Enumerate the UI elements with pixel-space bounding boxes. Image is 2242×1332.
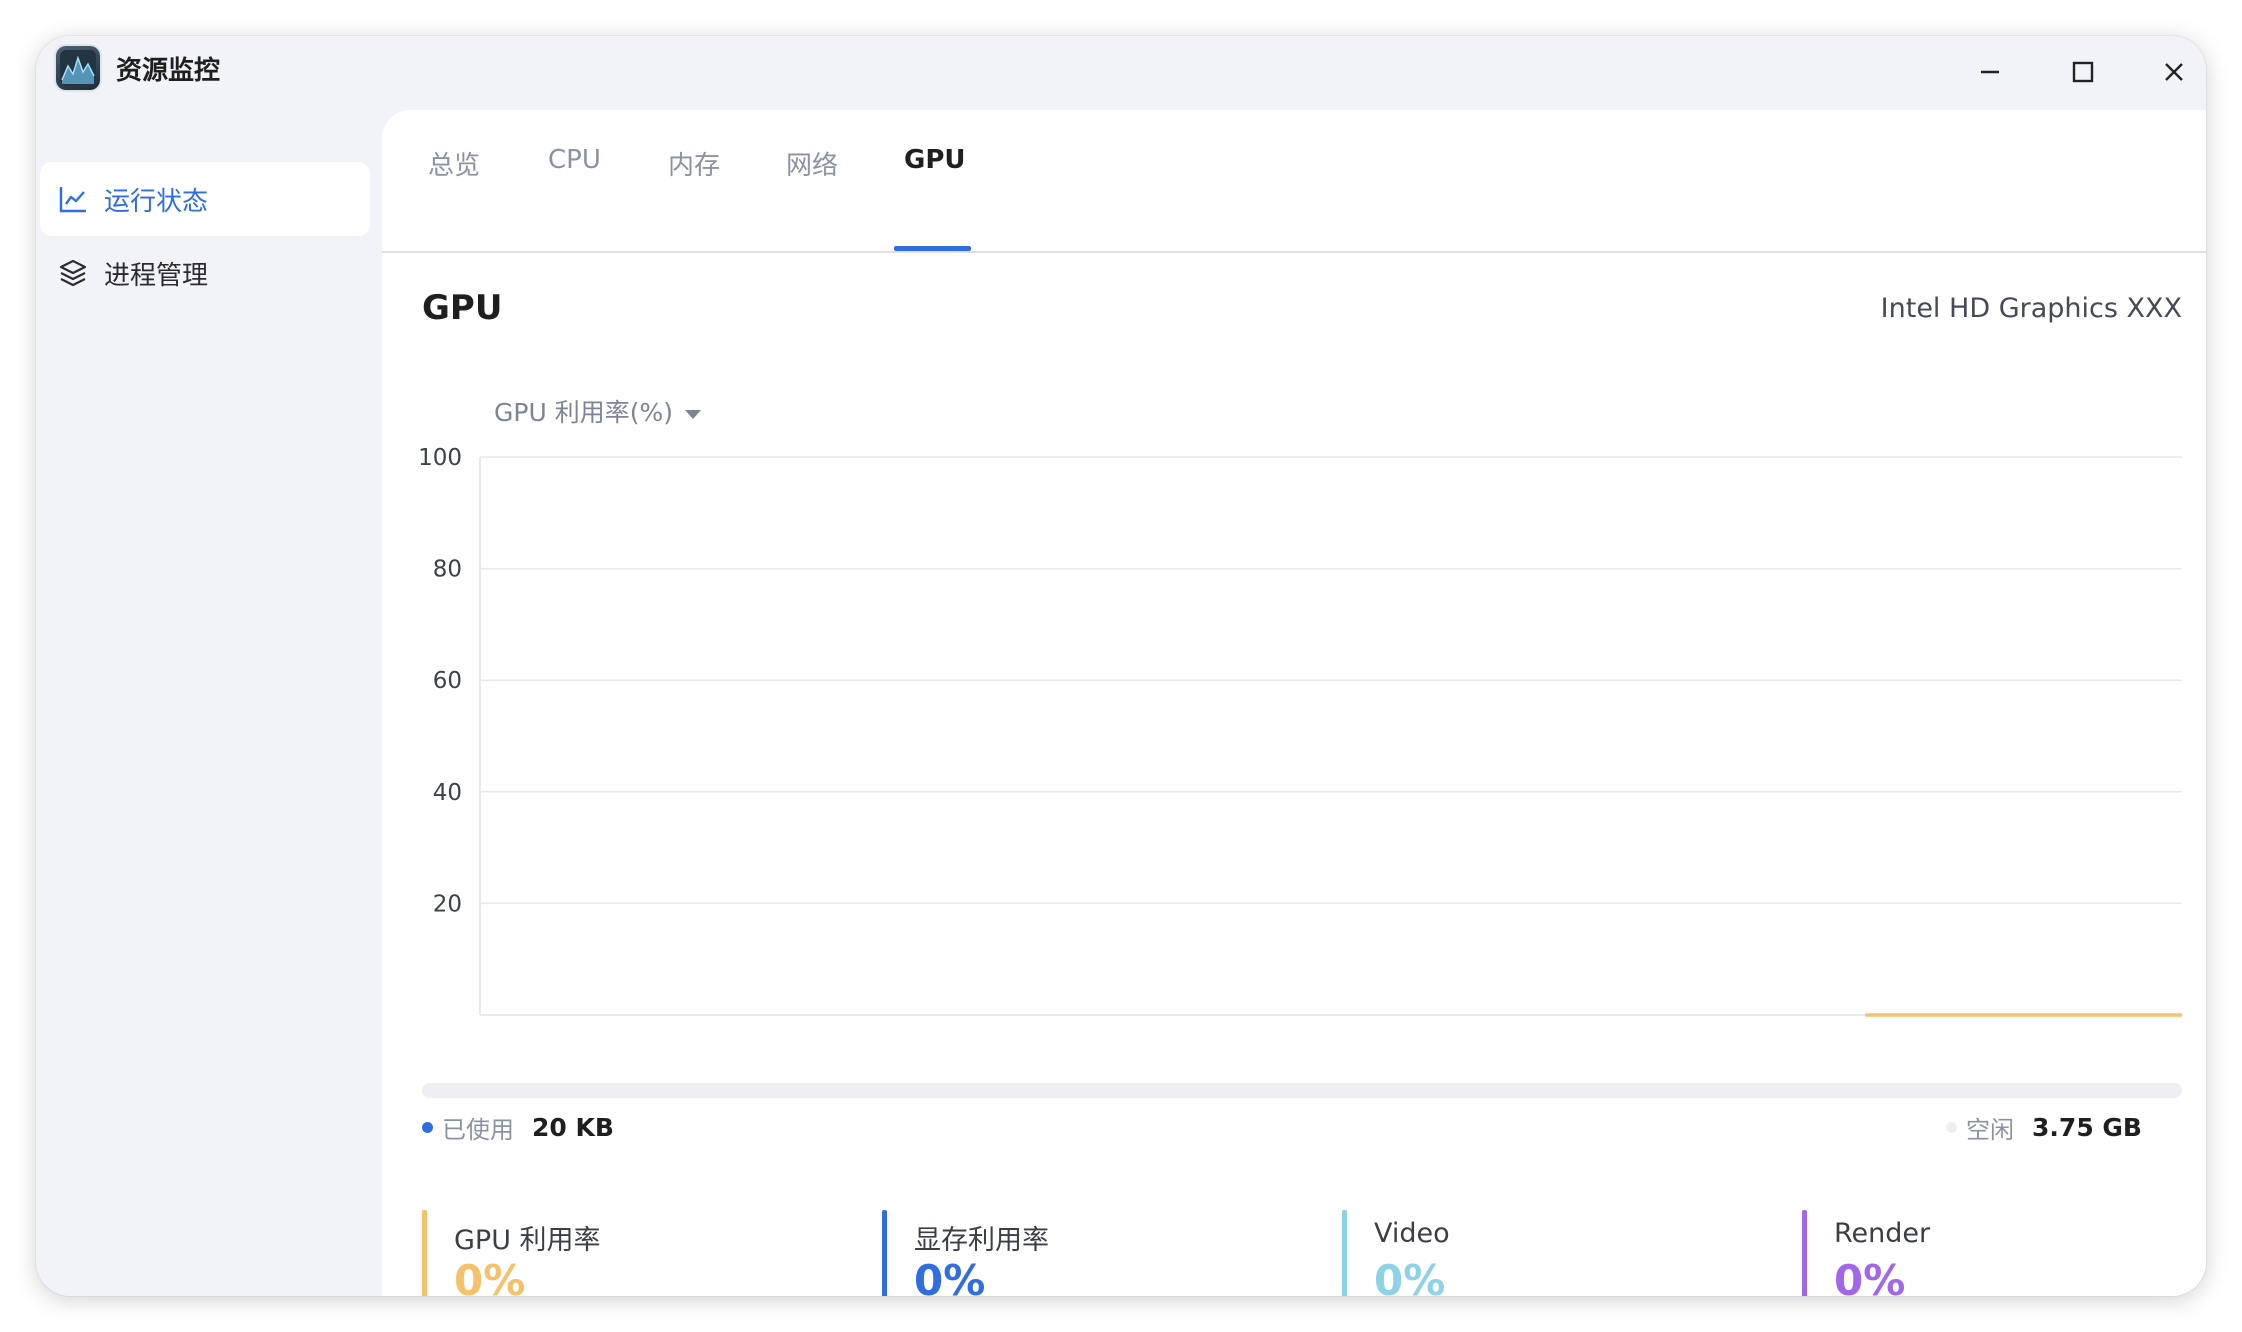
active-tab-indicator — [894, 246, 971, 251]
stat-render: Render 0% — [1802, 1210, 2206, 1296]
line-chart-icon — [59, 187, 86, 213]
memory-free-label: 空闲 — [1966, 1116, 2015, 1144]
metric-dropdown-label: GPU 利用率(%) — [494, 398, 673, 427]
gpu-usage-chart: 100 80 60 40 20 — [418, 445, 2182, 1017]
sidebar-item-process[interactable]: 进程管理 — [40, 236, 370, 310]
gpu-device-name: Intel HD Graphics XXX — [1880, 293, 2182, 324]
stat-vram-usage: 显存利用率 0% — [882, 1210, 1302, 1296]
title-bar[interactable]: 资源监控 — [36, 36, 2206, 110]
memory-usage-bar — [422, 1083, 2182, 1098]
close-button[interactable] — [2154, 52, 2194, 92]
tab-network[interactable]: 网络 — [786, 145, 838, 182]
stat-color-bar — [882, 1210, 887, 1296]
sidebar-item-status[interactable]: 运行状态 — [40, 162, 370, 236]
sidebar: 运行状态 进程管理 — [36, 110, 382, 1296]
used-dot-icon — [422, 1122, 433, 1133]
memory-used-value: 20 KB — [532, 1113, 614, 1142]
app-window: 资源监控 运行状态 进程管理 总览 CPU 内存 网络 GPU GPU Inte… — [36, 36, 2206, 1296]
stat-color-bar — [1802, 1210, 1807, 1296]
tab-cpu[interactable]: CPU — [548, 145, 601, 175]
app-logo-icon — [56, 46, 100, 90]
sidebar-item-label: 运行状态 — [104, 187, 209, 217]
free-dot-icon — [1946, 1122, 1958, 1133]
stat-value: 0% — [914, 1256, 986, 1296]
minimize-button[interactable] — [1970, 52, 2010, 92]
main-content: 总览 CPU 内存 网络 GPU GPU Intel HD Graphics X… — [382, 110, 2206, 1296]
stat-gpu-usage: GPU 利用率 0% — [422, 1210, 842, 1296]
maximize-button[interactable] — [2063, 52, 2103, 92]
stat-value: 0% — [1374, 1256, 1446, 1296]
y-tick-label: 80 — [433, 557, 462, 583]
stat-name: Video — [1374, 1218, 1450, 1249]
memory-used-label: 已使用 — [442, 1116, 514, 1144]
section-title: GPU — [422, 288, 503, 328]
tab-overview[interactable]: 总览 — [428, 145, 480, 182]
stat-video: Video 0% — [1342, 1210, 1762, 1296]
y-tick-label: 100 — [418, 445, 462, 471]
stat-name: Render — [1834, 1218, 1931, 1249]
sidebar-item-label: 进程管理 — [104, 261, 209, 291]
stat-name: GPU 利用率 — [454, 1225, 601, 1256]
stat-color-bar — [422, 1210, 427, 1296]
caret-down-icon — [684, 409, 701, 419]
maximize-icon — [2072, 61, 2094, 83]
tab-memory[interactable]: 内存 — [668, 145, 720, 182]
memory-used-legend: 已使用 20 KB — [422, 1110, 614, 1146]
layers-icon — [59, 259, 87, 287]
tab-gpu[interactable]: GPU — [904, 145, 966, 175]
memory-free-value: 3.75 GB — [2032, 1113, 2142, 1142]
stat-color-bar — [1342, 1210, 1347, 1296]
stat-value: 0% — [454, 1256, 526, 1296]
memory-free-legend: 空闲 3.75 GB — [1946, 1110, 2142, 1146]
y-tick-label: 20 — [433, 891, 462, 917]
tab-bar: 总览 CPU 内存 网络 GPU — [382, 110, 2206, 253]
app-title: 资源监控 — [116, 56, 221, 86]
metric-dropdown[interactable]: GPU 利用率(%) — [494, 393, 701, 429]
minimize-icon — [1981, 70, 1999, 74]
y-tick-label: 40 — [433, 780, 462, 806]
y-tick-label: 60 — [433, 668, 462, 694]
close-icon — [2165, 63, 2183, 81]
stat-value: 0% — [1834, 1256, 1906, 1296]
stat-name: 显存利用率 — [914, 1225, 1049, 1256]
